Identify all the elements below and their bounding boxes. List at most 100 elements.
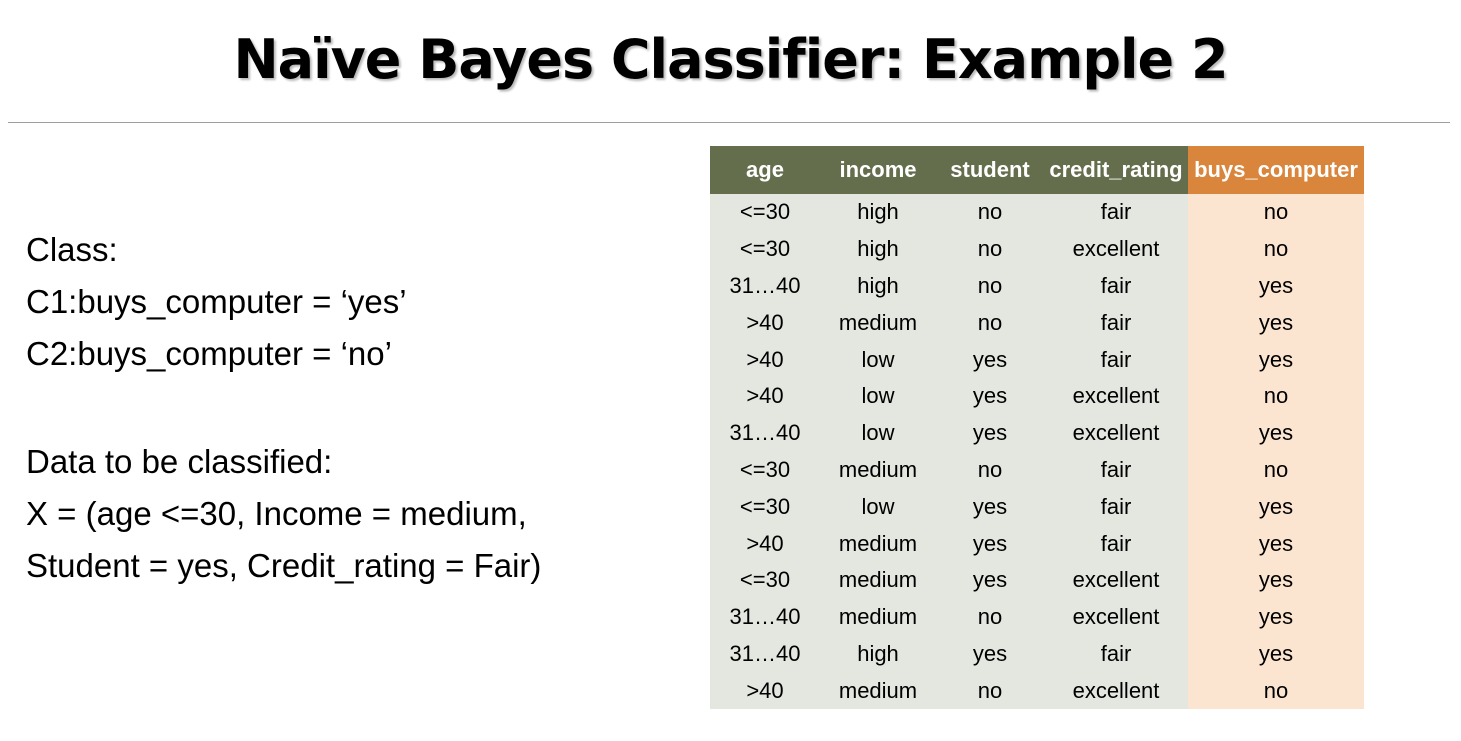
cell-income: medium (820, 598, 936, 636)
cell-credit-rating: fair (1044, 304, 1188, 342)
cell-student: yes (936, 488, 1044, 526)
cell-buys-computer: yes (1188, 598, 1364, 636)
cell-buys-computer: yes (1188, 304, 1364, 342)
cell-buys-computer: yes (1188, 341, 1364, 378)
cell-student: no (936, 267, 1044, 305)
class-c2: C2:buys_computer = ‘no’ (26, 335, 392, 372)
cell-buys-computer: no (1188, 451, 1364, 489)
training-data-table: age income student credit_rating buys_co… (710, 146, 1364, 710)
cell-credit-rating: fair (1044, 451, 1188, 489)
table-row: <=30 medium yes excellent yes (710, 561, 1364, 599)
table-row: <=30 high no fair no (710, 194, 1364, 231)
cell-credit-rating: fair (1044, 194, 1188, 231)
cell-age: 31…40 (710, 267, 820, 305)
cell-income: medium (820, 561, 936, 599)
cell-age: >40 (710, 377, 820, 415)
cell-income: medium (820, 304, 936, 342)
cell-credit-rating: fair (1044, 525, 1188, 562)
class-c1: C1:buys_computer = ‘yes’ (26, 283, 407, 320)
cell-student: no (936, 194, 1044, 231)
cell-income: high (820, 635, 936, 673)
cell-credit-rating: fair (1044, 341, 1188, 378)
cell-credit-rating: fair (1044, 267, 1188, 305)
cell-income: high (820, 267, 936, 305)
cell-credit-rating: excellent (1044, 561, 1188, 599)
table-row: >40 low yes excellent no (710, 377, 1364, 415)
cell-buys-computer: yes (1188, 488, 1364, 526)
header-buys-computer: buys_computer (1188, 146, 1364, 194)
cell-buys-computer: yes (1188, 635, 1364, 673)
cell-student: no (936, 598, 1044, 636)
cell-buys-computer: yes (1188, 267, 1364, 305)
cell-student: no (936, 304, 1044, 342)
cell-credit-rating: fair (1044, 488, 1188, 526)
cell-student: yes (936, 341, 1044, 378)
cell-buys-computer: yes (1188, 525, 1364, 562)
cell-income: low (820, 377, 936, 415)
cell-age: >40 (710, 304, 820, 342)
table-header-row: age income student credit_rating buys_co… (710, 146, 1364, 194)
cell-age: >40 (710, 341, 820, 378)
cell-student: no (936, 672, 1044, 710)
cell-age: 31…40 (710, 414, 820, 452)
sample-x-line-1: X = (age <=30, Income = medium, (26, 495, 527, 532)
cell-student: yes (936, 561, 1044, 599)
table-body: <=30 high no fair no <=30 high no excellent no 31…… (710, 194, 1364, 710)
data-label: Data to be classified: (26, 443, 333, 480)
class-label: Class: (26, 231, 118, 268)
slide-title: Naïve Bayes Classifier: Example 2 (233, 28, 1228, 91)
cell-credit-rating: excellent (1044, 598, 1188, 636)
cell-credit-rating: excellent (1044, 414, 1188, 452)
cell-student: yes (936, 414, 1044, 452)
table-row: <=30 medium no fair no (710, 451, 1364, 489)
cell-income: low (820, 414, 936, 452)
cell-student: yes (936, 377, 1044, 415)
table-row: 31…40 low yes excellent yes (710, 414, 1364, 452)
cell-buys-computer: yes (1188, 561, 1364, 599)
cell-buys-computer: no (1188, 230, 1364, 268)
title-divider (8, 122, 1450, 123)
cell-income: medium (820, 672, 936, 710)
header-income: income (820, 146, 936, 194)
header-student: student (936, 146, 1044, 194)
header-age: age (710, 146, 820, 194)
cell-age: >40 (710, 525, 820, 562)
cell-income: medium (820, 525, 936, 562)
cell-buys-computer: no (1188, 194, 1364, 231)
cell-age: 31…40 (710, 635, 820, 673)
cell-student: yes (936, 635, 1044, 673)
cell-income: medium (820, 451, 936, 489)
cell-income: high (820, 230, 936, 268)
cell-age: <=30 (710, 488, 820, 526)
cell-income: low (820, 341, 936, 378)
cell-credit-rating: excellent (1044, 672, 1188, 710)
sample-x-line-2: Student = yes, Credit_rating = Fair) (26, 547, 542, 584)
cell-age: <=30 (710, 561, 820, 599)
table-row: 31…40 high yes fair yes (710, 635, 1364, 673)
cell-age: 31…40 (710, 598, 820, 636)
cell-credit-rating: excellent (1044, 377, 1188, 415)
table-row: <=30 low yes fair yes (710, 488, 1364, 526)
cell-age: <=30 (710, 194, 820, 231)
table-row: >40 medium no excellent no (710, 672, 1364, 710)
table-row: <=30 high no excellent no (710, 230, 1364, 268)
cell-student: no (936, 230, 1044, 268)
cell-buys-computer: yes (1188, 414, 1364, 452)
cell-age: <=30 (710, 230, 820, 268)
table-row: >40 medium no fair yes (710, 304, 1364, 342)
class-description: Class: C1:buys_computer = ‘yes’ C2:buys_… (26, 224, 676, 592)
table-row: >40 medium yes fair yes (710, 525, 1364, 562)
cell-age: >40 (710, 672, 820, 710)
table-row: 31…40 medium no excellent yes (710, 598, 1364, 636)
cell-buys-computer: no (1188, 672, 1364, 710)
cell-student: yes (936, 525, 1044, 562)
cell-buys-computer: no (1188, 377, 1364, 415)
header-credit-rating: credit_rating (1044, 146, 1188, 194)
cell-credit-rating: fair (1044, 635, 1188, 673)
cell-credit-rating: excellent (1044, 230, 1188, 268)
cell-income: high (820, 194, 936, 231)
cell-age: <=30 (710, 451, 820, 489)
table-row: >40 low yes fair yes (710, 341, 1364, 378)
cell-income: low (820, 488, 936, 526)
